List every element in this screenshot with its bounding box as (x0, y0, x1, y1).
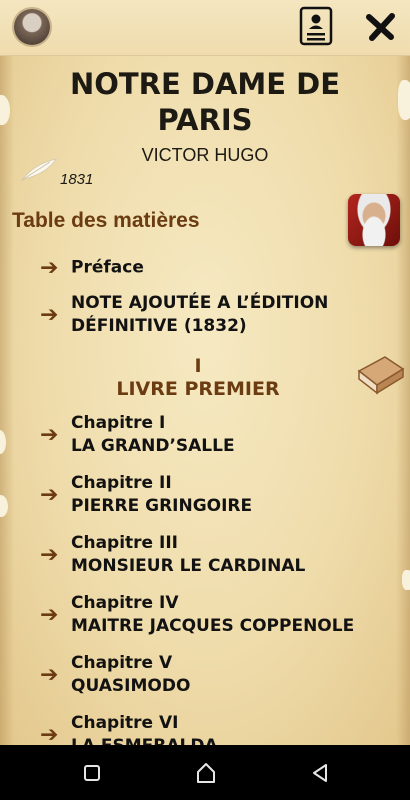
document-icon[interactable] (299, 6, 333, 46)
close-icon[interactable] (364, 10, 398, 44)
author-portrait[interactable] (348, 194, 400, 246)
arrow-right-icon: ➔ (40, 662, 59, 688)
arrow-right-icon: ➔ (40, 722, 59, 748)
book-year: 1831 (60, 171, 94, 188)
toc-item-chapter[interactable]: ➔ Chapitre V QUASIMODO (40, 652, 380, 698)
home-icon[interactable] (192, 759, 220, 787)
recent-apps-icon[interactable] (78, 759, 106, 787)
arrow-right-icon: ➔ (40, 302, 59, 328)
arrow-right-icon: ➔ (40, 482, 59, 508)
book-author: VICTOR HUGO (141, 145, 269, 165)
arrow-right-icon: ➔ (40, 542, 59, 568)
toc-item-chapter[interactable]: ➔ Chapitre I LA GRAND’SALLE (40, 412, 380, 458)
book-icon (355, 353, 405, 402)
book-title: NOTRE DAME DE PARIS (0, 66, 410, 138)
toc-item-label: NOTE AJOUTÉE A L’ÉDITION DÉFINITIVE (183… (71, 293, 329, 336)
toc-item-label: Chapitre III MONSIEUR LE CARDINAL (71, 533, 306, 576)
toc-item-preface[interactable]: ➔ Préface (40, 245, 380, 291)
torn-edge (402, 570, 410, 590)
book-title-line1: NOTRE DAME DE (69, 67, 341, 101)
toc-item-label: Préface (71, 257, 144, 278)
part-number: I (194, 355, 202, 377)
toc-item-chapter[interactable]: ➔ Chapitre II PIERRE GRINGOIRE (40, 472, 380, 518)
author-avatar-icon[interactable] (14, 9, 50, 45)
toc-item-label: Chapitre IV MAITRE JACQUES COPPENOLE (71, 593, 355, 636)
quill-icon (20, 156, 60, 187)
toc-item-note[interactable]: ➔ NOTE AJOUTÉE A L’ÉDITION DÉFINITIVE (1… (40, 292, 380, 338)
top-bar (0, 0, 410, 56)
arrow-right-icon: ➔ (40, 602, 59, 628)
part-title: LIVRE PREMIER (116, 378, 280, 400)
toc-item-label: Chapitre V QUASIMODO (71, 653, 191, 696)
arrow-right-icon: ➔ (40, 422, 59, 448)
toc-item-label: Chapitre I LA GRAND’SALLE (71, 413, 235, 456)
toc-item-chapter[interactable]: ➔ Chapitre III MONSIEUR LE CARDINAL (40, 532, 380, 578)
toc-item-chapter[interactable]: ➔ Chapitre IV MAITRE JACQUES COPPENOLE (40, 592, 380, 638)
toc-item-label: Chapitre II PIERRE GRINGOIRE (71, 473, 253, 516)
toc-heading: Table des matières (12, 209, 200, 232)
arrow-right-icon: ➔ (40, 255, 59, 281)
part-heading: I LIVRE PREMIER (0, 355, 396, 401)
back-icon[interactable] (306, 759, 334, 787)
book-title-line2: PARIS (157, 103, 253, 137)
system-nav-bar (0, 745, 410, 800)
